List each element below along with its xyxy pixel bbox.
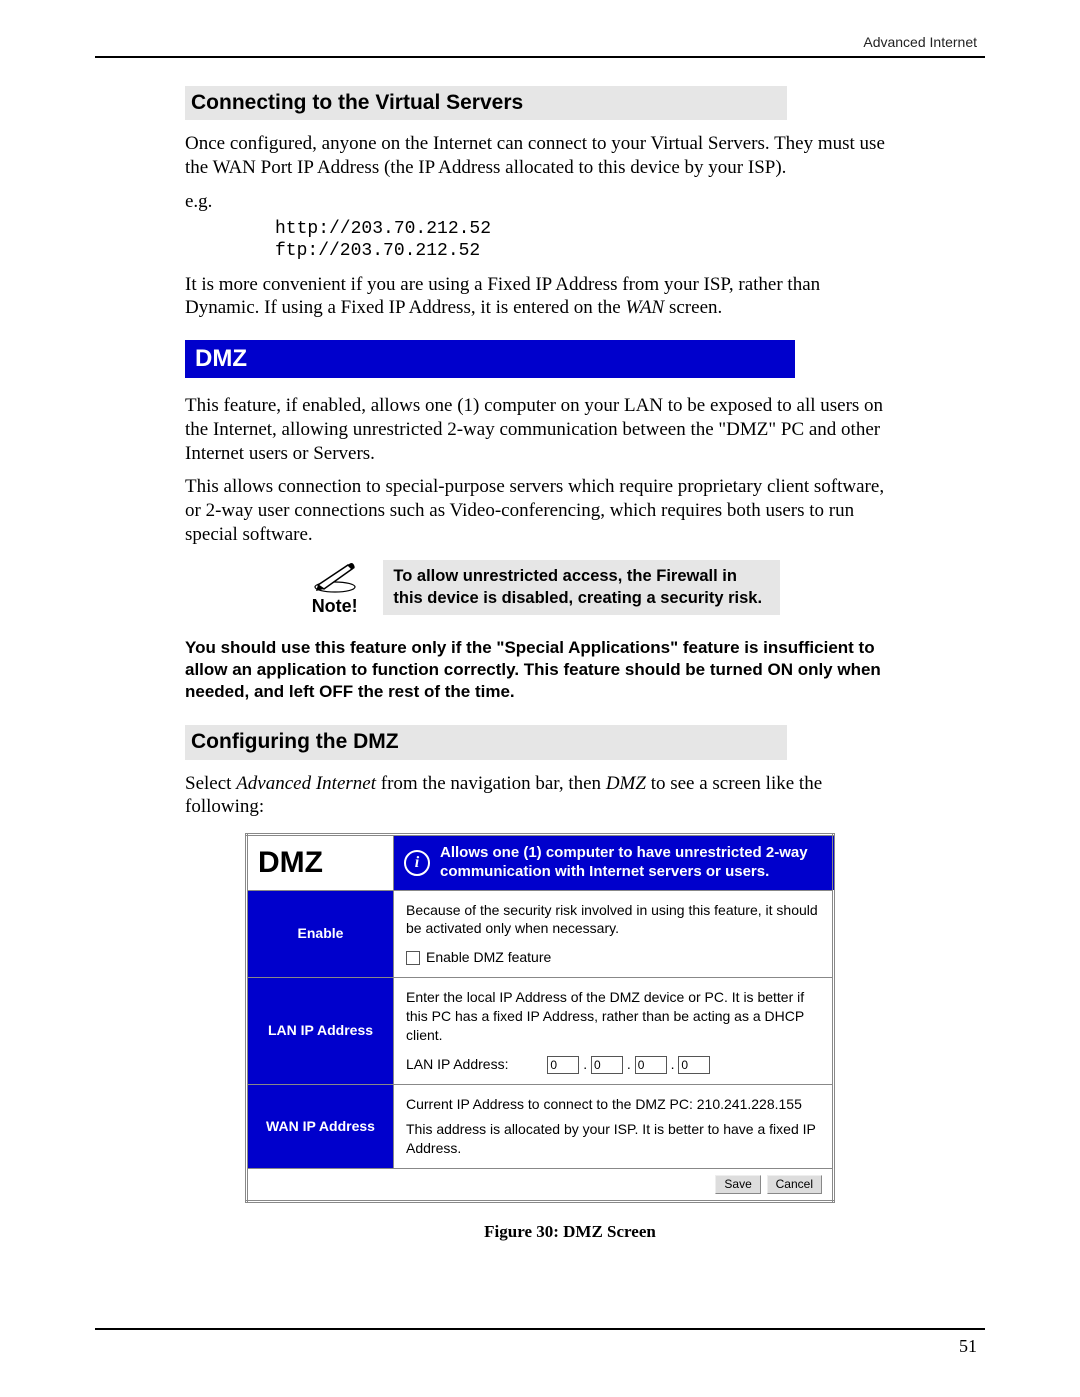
paragraph: This feature, if enabled, allows one (1)… — [185, 394, 895, 465]
dmz-form-table: DMZ i Allows one (1) computer to have un… — [245, 833, 835, 1203]
form-description-cell: i Allows one (1) computer to have unrest… — [394, 835, 834, 891]
note-text: To allow unrestricted access, the Firewa… — [383, 560, 780, 615]
paragraph: It is more convenient if you are using a… — [185, 273, 895, 321]
row-content-enable: Because of the security risk involved in… — [394, 890, 834, 978]
lan-ip-octet-3[interactable]: 0 — [635, 1056, 667, 1074]
note-callout: Note! To allow unrestricted access, the … — [300, 559, 780, 618]
header-divider — [95, 56, 985, 58]
row-content-wan-ip: Current IP Address to connect to the DMZ… — [394, 1085, 834, 1169]
row-label-lan-ip: LAN IP Address — [247, 978, 394, 1085]
enable-dmz-checkbox-label: Enable DMZ feature — [426, 949, 551, 965]
wan-current-ip: Current IP Address to connect to the DMZ… — [406, 1095, 820, 1114]
form-description: Allows one (1) computer to have unrestri… — [440, 844, 822, 882]
figure-caption: Figure 30: DMZ Screen — [245, 1221, 895, 1242]
enable-description: Because of the security risk involved in… — [406, 901, 820, 939]
lan-ip-octet-1[interactable]: 0 — [547, 1056, 579, 1074]
instruction-paragraph: Select Advanced Internet from the naviga… — [185, 772, 895, 820]
lan-description: Enter the local IP Address of the DMZ de… — [406, 988, 820, 1045]
note-label: Note! — [300, 595, 369, 618]
heading-dmz: DMZ — [185, 340, 795, 378]
lan-ip-octet-4[interactable]: 0 — [678, 1056, 710, 1074]
header-label: Advanced Internet — [95, 30, 985, 56]
row-label-wan-ip: WAN IP Address — [247, 1085, 394, 1169]
cancel-button[interactable]: Cancel — [767, 1175, 822, 1194]
heading-configuring-dmz: Configuring the DMZ — [185, 725, 787, 759]
code-example: http://203.70.212.52 ftp://203.70.212.52 — [275, 218, 895, 263]
wan-note: This address is allocated by your ISP. I… — [406, 1120, 820, 1158]
paragraph: This allows connection to special-purpos… — [185, 475, 895, 546]
form-button-row: Save Cancel — [247, 1168, 834, 1201]
save-button[interactable]: Save — [715, 1175, 760, 1194]
eg-label: e.g. — [185, 190, 895, 214]
paragraph: Once configured, anyone on the Internet … — [185, 132, 895, 180]
row-content-lan-ip: Enter the local IP Address of the DMZ de… — [394, 978, 834, 1085]
enable-dmz-checkbox[interactable] — [406, 951, 420, 965]
heading-connecting-virtual-servers: Connecting to the Virtual Servers — [185, 86, 787, 120]
note-icon: Note! — [300, 559, 369, 618]
page-number: 51 — [95, 1330, 985, 1357]
warning-paragraph: You should use this feature only if the … — [185, 637, 895, 703]
form-title: DMZ — [247, 835, 394, 891]
lan-ip-octet-2[interactable]: 0 — [591, 1056, 623, 1074]
lan-ip-field-label: LAN IP Address: — [406, 1056, 508, 1072]
row-label-enable: Enable — [247, 890, 394, 978]
info-icon: i — [404, 850, 430, 876]
